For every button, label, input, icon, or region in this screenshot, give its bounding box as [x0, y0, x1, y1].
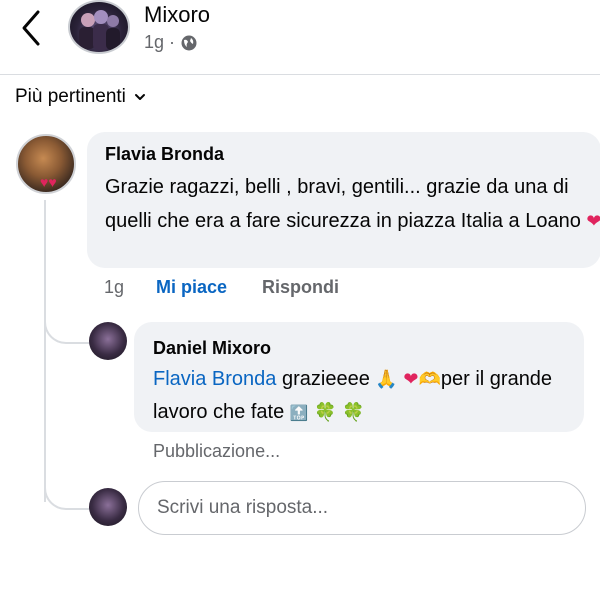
pray-emoji: 🙏 [375, 369, 398, 390]
reply-author[interactable]: Daniel Mixoro [153, 338, 271, 359]
comment-actions: 1g Mi piace Rispondi [104, 277, 339, 298]
reply-input[interactable] [138, 481, 586, 535]
page-avatar[interactable] [68, 0, 130, 54]
group-photo [79, 10, 120, 50]
publishing-status: Pubblicazione... [153, 441, 281, 461]
chevron-left-icon [22, 10, 40, 46]
comment-body: Grazie ragazzi, belli , bravi, gentili..… [105, 176, 581, 232]
mention-link[interactable]: Flavia Bronda [153, 368, 276, 390]
meta-separator: · [169, 32, 176, 52]
heart-hands-emoji: 🫶 [418, 369, 441, 390]
thread-connector [44, 462, 92, 510]
page-title[interactable]: Mixoro [144, 2, 210, 28]
heart-emoji: ❤ [586, 211, 600, 232]
heart-emoji: ❤ [403, 369, 419, 390]
comment-text: Grazie ragazzi, belli , bravi, gentili..… [105, 170, 600, 239]
like-button[interactable]: Mi piace [156, 277, 262, 298]
back-button[interactable] [14, 6, 50, 50]
hearts-sticker: ♥♥ [40, 174, 57, 190]
clover-emoji: 🍀 🍀 [314, 402, 365, 423]
reply-button[interactable]: Rispondi [262, 277, 339, 298]
comment-time: 1g [104, 277, 125, 297]
chevron-down-icon [134, 94, 145, 100]
globe-icon [181, 35, 197, 50]
comment-author[interactable]: Flavia Bronda [105, 144, 224, 165]
thread-line [44, 200, 46, 502]
sort-dropdown[interactable]: Più pertinenti [15, 86, 146, 108]
top-emoji: 🔝 [289, 404, 309, 422]
post-meta: 1g · [144, 32, 198, 53]
avatar[interactable] [89, 322, 127, 360]
reply-text: Flavia Bronda grazieeee 🙏 ❤🫶per il grand… [153, 363, 583, 429]
header-divider [0, 74, 600, 75]
sort-label: Più pertinenti [15, 86, 126, 107]
avatar[interactable] [89, 488, 127, 526]
post-time: 1g [144, 32, 165, 52]
reply-text-part: grazieeee [281, 368, 370, 390]
thread-connector [44, 296, 92, 344]
